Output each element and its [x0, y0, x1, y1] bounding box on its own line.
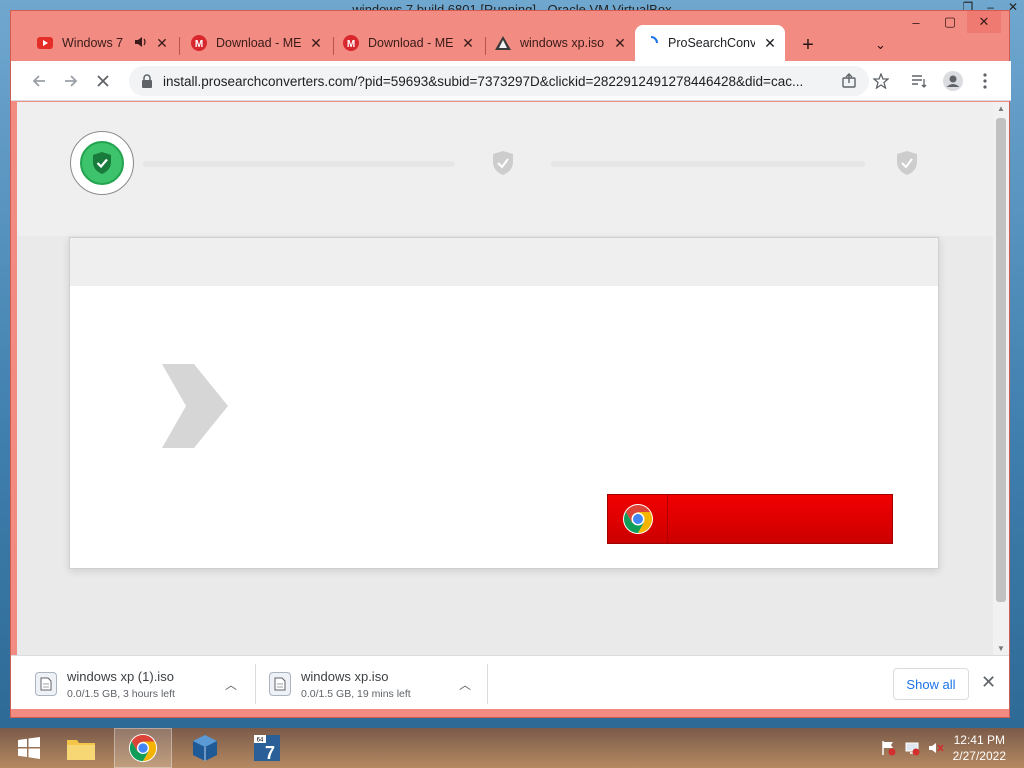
close-tab-icon[interactable]: ✕: [461, 35, 475, 52]
file-explorer-icon[interactable]: [52, 728, 110, 768]
panel-header: [70, 238, 938, 286]
clock-time: 12:41 PM: [953, 733, 1005, 747]
tab-separator: [179, 37, 180, 55]
tab-title: Download - MEG: [216, 36, 301, 50]
arrow-right-icon: [162, 364, 228, 448]
download-status: 0.0/1.5 GB, 19 mins left: [301, 687, 411, 700]
page-scrollbar[interactable]: ▲ ▼: [993, 102, 1009, 655]
clock-date: 2/27/2022: [952, 749, 1006, 763]
chrome-logo-icon: [608, 495, 668, 543]
show-all-downloads-button[interactable]: Show all: [893, 668, 969, 700]
scroll-down-arrow-icon[interactable]: ▼: [997, 644, 1005, 653]
tab-search-button[interactable]: ⌄: [875, 37, 886, 53]
address-bar[interactable]: install.prosearchconverters.com/?pid=596…: [129, 66, 869, 96]
archive-icon: [495, 35, 511, 51]
tab-strip: Windows 7 ✕ M Download - MEG ✕ M Downloa…: [11, 21, 1011, 61]
reading-list-icon[interactable]: [907, 69, 931, 93]
url-text[interactable]: install.prosearchconverters.com/?pid=596…: [163, 74, 853, 89]
svg-text:7: 7: [265, 743, 275, 763]
progress-bar-segment: [551, 161, 865, 167]
forward-icon[interactable]: [59, 69, 83, 93]
close-tab-icon[interactable]: ✕: [155, 35, 169, 52]
bookmark-star-icon[interactable]: [869, 69, 893, 93]
chrome-taskbar-icon[interactable]: [114, 728, 172, 768]
download-separator: [487, 664, 488, 704]
mega-icon: M: [343, 35, 359, 51]
file-icon: [269, 672, 291, 696]
close-tab-icon[interactable]: ✕: [613, 35, 627, 52]
windows-taskbar: 64 7 12:41 PM 2/27/2022: [0, 728, 1024, 768]
shield-step-icon: [897, 151, 917, 175]
shield-check-icon: [80, 141, 124, 185]
progress-bar-segment: [143, 161, 455, 167]
content-panel: [69, 237, 939, 569]
chrome-window: – ▢ ✕ Windows 7 ✕ M Download - MEG ✕: [10, 10, 1011, 718]
svg-text:64: 64: [257, 738, 264, 744]
chevron-up-icon[interactable]: ︿: [225, 676, 237, 693]
new-tab-button[interactable]: +: [797, 35, 819, 55]
back-icon[interactable]: [27, 69, 51, 93]
mega-icon: M: [191, 35, 207, 51]
progress-steps: [17, 102, 993, 236]
download-item[interactable]: windows xp (1).iso 0.0/1.5 GB, 3 hours l…: [35, 664, 251, 704]
download-filename: windows xp.iso: [301, 668, 389, 684]
share-icon[interactable]: [837, 69, 861, 93]
download-filename: windows xp (1).iso: [67, 668, 174, 684]
action-center-flag-icon[interactable]: [880, 740, 896, 759]
page-viewport: [17, 102, 993, 655]
profile-avatar-icon[interactable]: [941, 69, 965, 93]
tab-separator: [333, 37, 334, 55]
volume-muted-icon[interactable]: [928, 740, 944, 759]
tab-title: Download - MEG: [368, 36, 453, 50]
download-separator: [255, 664, 256, 704]
download-status: 0.0/1.5 GB, 3 hours left: [67, 687, 175, 700]
tab-youtube[interactable]: Windows 7 ✕: [29, 25, 177, 61]
download-shelf: windows xp (1).iso 0.0/1.5 GB, 3 hours l…: [11, 655, 1009, 709]
start-button[interactable]: [0, 728, 58, 768]
file-icon: [35, 672, 57, 696]
scroll-up-arrow-icon[interactable]: ▲: [997, 104, 1005, 113]
chevron-up-icon[interactable]: ︿: [459, 676, 471, 693]
speaker-icon[interactable]: [134, 36, 147, 51]
browser-toolbar: install.prosearchconverters.com/?pid=596…: [11, 61, 1011, 101]
youtube-icon: [37, 35, 53, 51]
tab-windows-xp-iso[interactable]: windows xp.iso ✕: [487, 25, 635, 61]
system-tray: [880, 740, 944, 759]
svg-text:M: M: [347, 39, 355, 50]
loading-spinner-icon: [643, 35, 659, 51]
close-tab-icon[interactable]: ✕: [763, 35, 777, 52]
tab-separator: [485, 37, 486, 55]
menu-kebab-icon[interactable]: [973, 69, 997, 93]
lock-icon[interactable]: [141, 74, 153, 88]
tab-title: ProSearchConve: [668, 36, 755, 50]
close-shelf-icon[interactable]: ✕: [981, 672, 996, 693]
virtualbox-icon[interactable]: [176, 728, 234, 768]
step-complete-badge: [70, 131, 134, 195]
network-icon[interactable]: [904, 740, 920, 759]
close-tab-icon[interactable]: ✕: [309, 35, 323, 52]
add-to-chrome-button[interactable]: [607, 494, 893, 544]
tab-mega-2[interactable]: M Download - MEG ✕: [335, 25, 483, 61]
tab-title: Windows 7: [62, 36, 124, 50]
taskbar-clock[interactable]: 12:41 PM 2/27/2022: [953, 732, 1006, 764]
tab-prosearchconverters[interactable]: ProSearchConve ✕: [635, 25, 785, 61]
stop-loading-icon[interactable]: [91, 69, 115, 93]
windows-7-app-icon[interactable]: 64 7: [238, 728, 296, 768]
download-item[interactable]: windows xp.iso 0.0/1.5 GB, 19 mins left …: [269, 664, 485, 704]
tab-mega-1[interactable]: M Download - MEG ✕: [183, 25, 331, 61]
svg-text:M: M: [195, 39, 203, 50]
tab-title: windows xp.iso: [520, 36, 605, 50]
shield-step-icon: [493, 151, 513, 175]
scroll-thumb[interactable]: [996, 118, 1006, 602]
